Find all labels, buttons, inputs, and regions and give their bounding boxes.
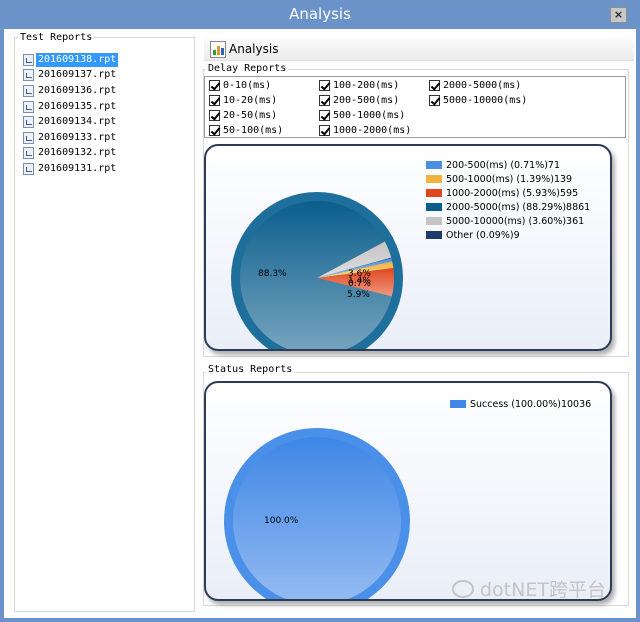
checkbox-box[interactable]: [429, 95, 440, 106]
legend-swatch: [426, 231, 442, 239]
delay-range-checkbox[interactable]: 0-10(ms): [209, 80, 271, 91]
checkbox-box[interactable]: [319, 80, 330, 91]
report-file-name: 201609138.rpt: [36, 52, 119, 67]
legend-swatch: [426, 189, 442, 197]
delay-range-checkbox[interactable]: 50-100(ms): [209, 125, 283, 136]
delay-range-checkbox[interactable]: 200-500(ms): [319, 95, 399, 106]
report-file-icon: [23, 53, 34, 66]
legend-label: 200-500(ms) (0.71%)71: [446, 159, 561, 171]
report-file-item[interactable]: 201609135.rpt: [23, 99, 189, 115]
report-file-item[interactable]: 201609131.rpt: [23, 161, 189, 177]
report-file-icon: [23, 147, 34, 160]
report-file-icon: [23, 162, 34, 175]
test-reports-group: 201609138.rpt 201609137.rpt 201609136.rpt 2…: [14, 37, 195, 612]
window-title: Analysis: [289, 5, 351, 23]
legend-label: 2000-5000(ms) (88.29%)8861: [446, 201, 591, 213]
report-file-item[interactable]: 201609137.rpt: [23, 68, 189, 84]
pie-data-label: 88.3%: [258, 269, 287, 279]
checkbox-label: 500-1000(ms): [333, 110, 406, 121]
checkbox-label: 20-50(ms): [223, 110, 278, 121]
status-reports-label: Status Reports: [206, 364, 295, 376]
delay-chart-card: 88.3% 5.9% 3.6% 0.7% 1.4% 200-500(ms) (0.71%…: [204, 144, 612, 351]
delay-range-checkbox[interactable]: 2000-5000(ms): [429, 80, 521, 91]
status-pie-chart: 100.0%: [224, 428, 410, 599]
checkbox-label: 2000-5000(ms): [443, 80, 522, 91]
checkbox-box[interactable]: [319, 125, 330, 136]
legend-item: 500-1000(ms) (1.39%)139: [426, 172, 590, 186]
report-file-item[interactable]: 201609132.rpt: [23, 146, 189, 162]
legend-label: 1000-2000(ms) (5.93%)595: [446, 187, 579, 199]
delay-range-checkbox[interactable]: 100-200(ms): [319, 80, 399, 91]
delay-range-filter-panel: 0-10(ms) 10-20(ms) 20-50(ms) 50-100(ms) 100-…: [204, 76, 626, 138]
report-file-item[interactable]: 201609138.rpt: [23, 52, 189, 68]
legend-label: 5000-10000(ms) (3.60%)361: [446, 215, 585, 227]
legend-item: 200-500(ms) (0.71%)71: [426, 158, 590, 172]
pie-data-label: 100.0%: [264, 516, 299, 526]
delay-chart-legend: 200-500(ms) (0.71%)71 500-1000(ms) (1.39%…: [426, 158, 590, 242]
legend-item: 1000-2000(ms) (5.93%)595: [426, 186, 590, 200]
report-file-name: 201609137.rpt: [38, 69, 117, 81]
report-file-item[interactable]: 201609133.rpt: [23, 130, 189, 146]
delay-range-checkbox[interactable]: 1000-2000(ms): [319, 125, 411, 136]
checkbox-label: 0-10(ms): [223, 80, 272, 91]
client-area: 201609138.rpt 201609137.rpt 201609136.rpt 2…: [4, 29, 636, 618]
status-chart-card: 100.0% Success (100.00%)10036: [204, 381, 612, 601]
checkbox-box[interactable]: [319, 95, 330, 106]
report-file-item[interactable]: 201609134.rpt: [23, 114, 189, 130]
report-file-icon: [23, 116, 34, 129]
checkbox-box[interactable]: [319, 110, 330, 121]
legend-label: 500-1000(ms) (1.39%)139: [446, 173, 573, 185]
delay-reports-label: Delay Reports: [206, 63, 289, 75]
report-file-icon: [23, 100, 34, 113]
report-file-item[interactable]: 201609136.rpt: [23, 83, 189, 99]
checkbox-box[interactable]: [209, 80, 220, 91]
checkbox-label: 100-200(ms): [333, 80, 400, 91]
checkbox-label: 5000-10000(ms): [443, 95, 528, 106]
delay-range-checkbox[interactable]: 500-1000(ms): [319, 110, 405, 121]
checkbox-box[interactable]: [209, 110, 220, 121]
legend-item: 2000-5000(ms) (88.29%)8861: [426, 200, 590, 214]
legend-label: Other (0.09%)9: [446, 229, 520, 241]
report-file-icon: [23, 131, 34, 144]
pie-data-label: 5.9%: [347, 290, 370, 300]
checkbox-label: 10-20(ms): [223, 95, 278, 106]
test-report-list[interactable]: 201609138.rpt 201609137.rpt 201609136.rpt 2…: [23, 52, 189, 177]
status-chart-legend: Success (100.00%)10036: [450, 397, 591, 411]
legend-swatch: [426, 175, 442, 183]
delay-range-checkbox[interactable]: 20-50(ms): [209, 110, 277, 121]
pie-data-label: 1.4%: [348, 276, 371, 286]
report-file-name: 201609136.rpt: [38, 84, 117, 96]
legend-item: 5000-10000(ms) (3.60%)361: [426, 214, 590, 228]
checkbox-box[interactable]: [209, 95, 220, 106]
legend-swatch: [426, 217, 442, 225]
report-file-name: 201609135.rpt: [38, 100, 117, 112]
report-file-icon: [23, 69, 34, 82]
legend-item: Success (100.00%)10036: [450, 397, 591, 411]
watermark: dotNET跨平台: [480, 579, 606, 601]
checkbox-box[interactable]: [429, 80, 440, 91]
report-file-name: 201609131.rpt: [38, 162, 117, 174]
analysis-button[interactable]: Analysis: [229, 42, 278, 56]
legend-swatch: [450, 400, 466, 408]
checkbox-label: 50-100(ms): [223, 125, 284, 136]
legend-swatch: [426, 161, 442, 169]
checkbox-label: 200-500(ms): [333, 95, 400, 106]
legend-label: Success (100.00%)10036: [470, 398, 592, 410]
chart-document-icon[interactable]: [210, 41, 226, 58]
checkbox-label: 1000-2000(ms): [333, 125, 412, 136]
analysis-window: Analysis × 201609138.rpt 201609137.rpt 201…: [0, 0, 640, 622]
test-reports-label: Test Reports: [18, 32, 95, 44]
report-file-name: 201609134.rpt: [38, 116, 117, 128]
legend-item: Other (0.09%)9: [426, 228, 590, 242]
legend-swatch: [426, 203, 442, 211]
checkbox-box[interactable]: [209, 125, 220, 136]
report-file-icon: [23, 84, 34, 97]
delay-range-checkbox[interactable]: 10-20(ms): [209, 95, 277, 106]
report-file-name: 201609132.rpt: [38, 147, 117, 159]
title-bar[interactable]: Analysis ×: [0, 0, 640, 29]
pie-slice: [233, 437, 401, 599]
close-button[interactable]: ×: [610, 7, 627, 23]
report-file-name: 201609133.rpt: [38, 131, 117, 143]
delay-range-checkbox[interactable]: 5000-10000(ms): [429, 95, 527, 106]
